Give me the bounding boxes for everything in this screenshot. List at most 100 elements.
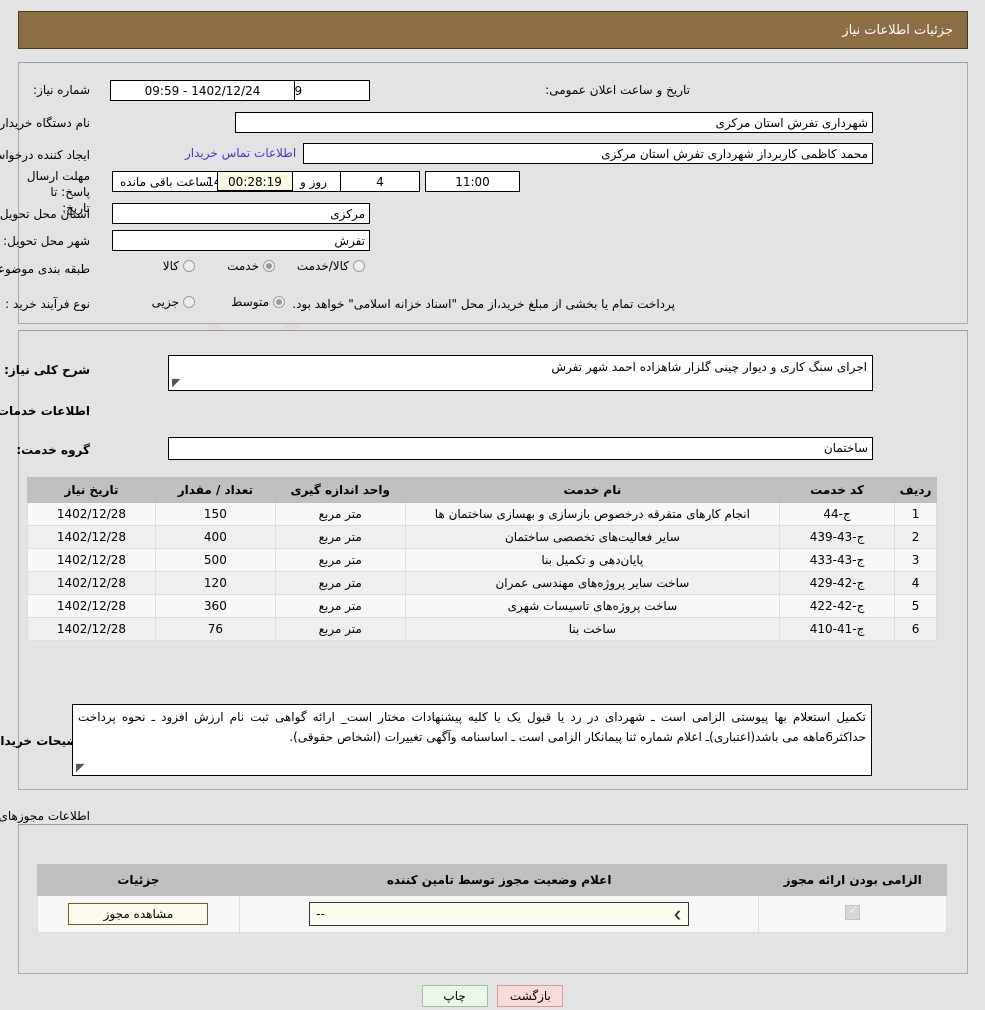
permit-status-value: -- [316, 907, 325, 921]
table-cell: ج-41-410 [779, 617, 896, 641]
permits-table: الزامی بودن ارائه مجوز اعلام وضعیت مجوز … [37, 864, 947, 933]
table-cell: 360 [154, 594, 276, 618]
countdown-value: 00:28:19 [217, 171, 293, 191]
col-permit-details: جزئیات [37, 864, 240, 896]
page-root: AriaTender.net جزئیات اطلاعات نیاز شماره… [0, 0, 985, 1010]
table-row: 1 ج-44 انجام کارهای متفرقه درخصوص بازسازی … [27, 502, 937, 526]
category-label: طبقه بندی موضوعی: [0, 262, 90, 276]
need-number-label: شماره نیاز: [33, 83, 90, 97]
table-cell: ج-43-433 [779, 548, 896, 572]
page-title-text: جزئیات اطلاعات نیاز [842, 23, 953, 38]
remaining-hours-label: ساعت باقی مانده [120, 175, 210, 189]
print-button[interactable]: چاپ [421, 985, 488, 1007]
process-radio-motavaset[interactable]: متوسط [231, 295, 285, 309]
table-cell: 1 [894, 502, 937, 526]
category-radio-kala[interactable]: کالا [163, 259, 195, 273]
radio-indicator[interactable] [183, 260, 195, 272]
permit-status-cell: ❯ -- [238, 895, 760, 933]
services-info-title: اطلاعات خدمات مورد نیاز [0, 404, 90, 418]
buyer-org-label: نام دستگاه خریدار: [0, 116, 90, 130]
deadline-time-value: 11:00 [425, 171, 520, 192]
table-row: 4 ج-42-429 ساخت سایر پروژه‌های مهندسی عمرا… [27, 571, 937, 595]
service-group-value: ساختمان [168, 437, 873, 460]
table-cell: 4 [894, 571, 937, 595]
delivery-city-value: تفرش [112, 230, 370, 251]
table-cell: 1402/12/28 [27, 548, 156, 572]
back-button[interactable]: بازگشت [497, 985, 564, 1007]
col-qty: تعداد / مقدار [154, 477, 276, 503]
table-cell: ج-42-429 [779, 571, 896, 595]
category-option-label: خدمت [227, 259, 259, 273]
table-cell: 2 [894, 525, 937, 549]
table-cell: 1402/12/28 [27, 525, 156, 549]
buyer-contact-link[interactable]: اطلاعات تماس خریدار [185, 146, 296, 160]
permits-table-row: ❯ -- مشاهده مجوز [37, 895, 947, 933]
process-option-label: متوسط [231, 295, 269, 309]
col-permit-status: اعلام وضعیت مجوز توسط تامین کننده [238, 864, 760, 896]
resize-grip-icon[interactable]: ◥ [172, 376, 182, 389]
summary-textarea[interactable]: اجرای سنگ کاری و دیوار چینی گلزار شاهزاد… [168, 355, 873, 391]
announce-datetime-value: 1402/12/24 - 09:59 [110, 80, 295, 101]
process-note: پرداخت تمام یا بخشی از مبلغ خرید،از محل … [292, 297, 675, 311]
category-radio-kala-khedmat[interactable]: کالا/خدمت [297, 259, 365, 273]
radio-indicator[interactable] [183, 296, 195, 308]
process-radio-jozi[interactable]: جزیی [152, 295, 195, 309]
col-unit: واحد اندازه گیری [274, 477, 406, 503]
creator-value: محمد کاظمی کاربرداز شهرداری تفرش استان م… [303, 143, 873, 164]
resize-grip-icon[interactable]: ◥ [76, 761, 86, 774]
table-cell: 1402/12/28 [27, 571, 156, 595]
process-option-label: جزیی [151, 295, 179, 309]
table-cell: 5 [894, 594, 937, 618]
delivery-province-label: استان محل تحویل: [0, 207, 90, 221]
summary-label: شرح کلی نیاز: [4, 363, 90, 377]
table-cell: 500 [154, 548, 276, 572]
table-cell: 400 [154, 525, 276, 549]
category-option-label: کالا/خدمت [296, 259, 349, 273]
category-radio-khedmat[interactable]: خدمت [227, 259, 275, 273]
chevron-down-icon: ❯ [672, 908, 683, 920]
buyer-org-value: شهرداری تفرش استان مرکزی [235, 112, 873, 133]
table-cell: متر مربع [274, 594, 406, 618]
days-label: روز و [300, 175, 327, 189]
radio-indicator[interactable] [263, 260, 275, 272]
footer-actions: بازگشت چاپ [0, 985, 985, 1007]
table-cell: متر مربع [274, 525, 406, 549]
table-row: 2 ج-43-439 سایر فعالیت‌های تخصصی ساختمان مت… [27, 525, 937, 549]
table-cell: 1402/12/28 [27, 502, 156, 526]
radio-indicator[interactable] [273, 296, 285, 308]
delivery-province-value: مرکزی [112, 203, 370, 224]
col-code: کد خدمت [779, 477, 896, 503]
radio-indicator[interactable] [353, 260, 365, 272]
table-cell: 76 [154, 617, 276, 641]
process-type-label: نوع فرآیند خرید : [5, 297, 90, 311]
table-cell: متر مربع [274, 617, 406, 641]
permit-details-cell: مشاهده مجوز [37, 895, 240, 933]
service-group-label: گروه خدمت: [16, 443, 90, 457]
table-cell: ج-44 [779, 502, 896, 526]
table-cell: متر مربع [274, 571, 406, 595]
buyer-notes-text: تکمیل استعلام بها پیوستی الزامی است ـ شه… [78, 710, 866, 744]
permits-title: اطلاعات مجوزهای ارائه خدمت / کالا [0, 809, 90, 823]
buyer-notes-textarea[interactable]: تکمیل استعلام بها پیوستی الزامی است ـ شه… [72, 704, 872, 776]
summary-text: اجرای سنگ کاری و دیوار چینی گلزار شاهزاد… [551, 360, 867, 374]
permit-status-select[interactable]: ❯ -- [309, 902, 690, 926]
creator-label: ایجاد کننده درخواست: [0, 148, 90, 162]
services-table: ردیف کد خدمت نام خدمت واحد اندازه گیری ت… [27, 477, 937, 641]
col-radif: ردیف [894, 477, 937, 503]
table-cell: 120 [154, 571, 276, 595]
table-cell: سایر فعالیت‌های تخصصی ساختمان [404, 525, 781, 549]
announce-datetime-label: تاریخ و ساعت اعلان عمومی: [545, 83, 690, 97]
permit-required-cell [758, 895, 947, 933]
category-option-label: کالا [162, 259, 179, 273]
table-cell: 3 [894, 548, 937, 572]
remaining-days-value: 4 [340, 171, 420, 192]
services-table-header-row: ردیف کد خدمت نام خدمت واحد اندازه گیری ت… [27, 477, 937, 503]
table-cell: ج-43-439 [779, 525, 896, 549]
table-cell: ج-42-422 [779, 594, 896, 618]
need-info-panel [18, 62, 968, 324]
view-permit-button[interactable]: مشاهده مجوز [68, 903, 209, 925]
table-cell: متر مربع [274, 502, 406, 526]
table-cell: متر مربع [274, 548, 406, 572]
table-cell: انجام کارهای متفرقه درخصوص بازسازی و بهس… [404, 502, 781, 526]
col-name: نام خدمت [404, 477, 781, 503]
